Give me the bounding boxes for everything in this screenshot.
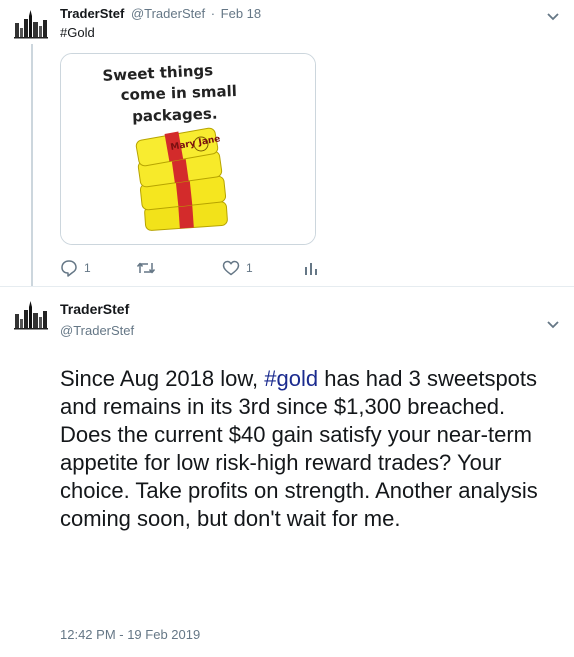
separator-dot: ·	[210, 6, 216, 21]
skyline-logo-icon	[12, 8, 50, 46]
tweet-header: TraderStef @TraderStef · Feb 18	[60, 6, 261, 21]
thread-connector-line	[31, 44, 33, 286]
tweet-reply-context[interactable]: TraderStef @TraderStef · Feb 18 #Gold Sw…	[0, 0, 574, 287]
tweet-date[interactable]: Feb 18	[221, 6, 261, 21]
tweet-text: Since Aug 2018 low, #gold has had 3 swee…	[60, 365, 560, 533]
avatar[interactable]	[12, 8, 50, 46]
retweet-icon	[136, 262, 156, 274]
retweet-button[interactable]	[136, 258, 162, 278]
chevron-down-icon[interactable]	[546, 320, 560, 330]
author-name[interactable]: TraderStef	[60, 6, 124, 21]
candy-bars-illustration: Mary Jane	[135, 127, 228, 231]
tweet-action-bar: 1 1	[60, 258, 360, 278]
skyline-logo-icon	[12, 299, 50, 337]
analytics-icon	[305, 263, 317, 275]
author-name[interactable]: TraderStef	[60, 301, 129, 317]
chevron-down-icon[interactable]	[546, 12, 560, 22]
analytics-button[interactable]	[304, 258, 318, 278]
like-button[interactable]: 1	[222, 258, 253, 278]
main-tweet: TraderStef @TraderStef Since Aug 2018 lo…	[0, 287, 574, 657]
caption-line-3: packages.	[132, 105, 218, 126]
reply-button[interactable]: 1	[60, 258, 91, 278]
author-handle[interactable]: @TraderStef	[60, 323, 134, 338]
tweet-timestamp[interactable]: 12:42 PM - 19 Feb 2019	[60, 627, 200, 642]
hashtag-link[interactable]: #Gold	[60, 25, 95, 40]
like-count: 1	[246, 261, 253, 275]
hashtag-link[interactable]: #gold	[264, 366, 318, 391]
tweet-text-part: Since Aug 2018 low,	[60, 366, 265, 391]
reply-count: 1	[84, 261, 91, 275]
reply-icon	[61, 260, 77, 277]
media-image[interactable]: Sweet things come in small packages. Mar…	[60, 53, 316, 245]
heart-icon	[222, 260, 240, 276]
author-handle[interactable]: @TraderStef	[131, 6, 205, 21]
avatar[interactable]	[12, 299, 50, 337]
